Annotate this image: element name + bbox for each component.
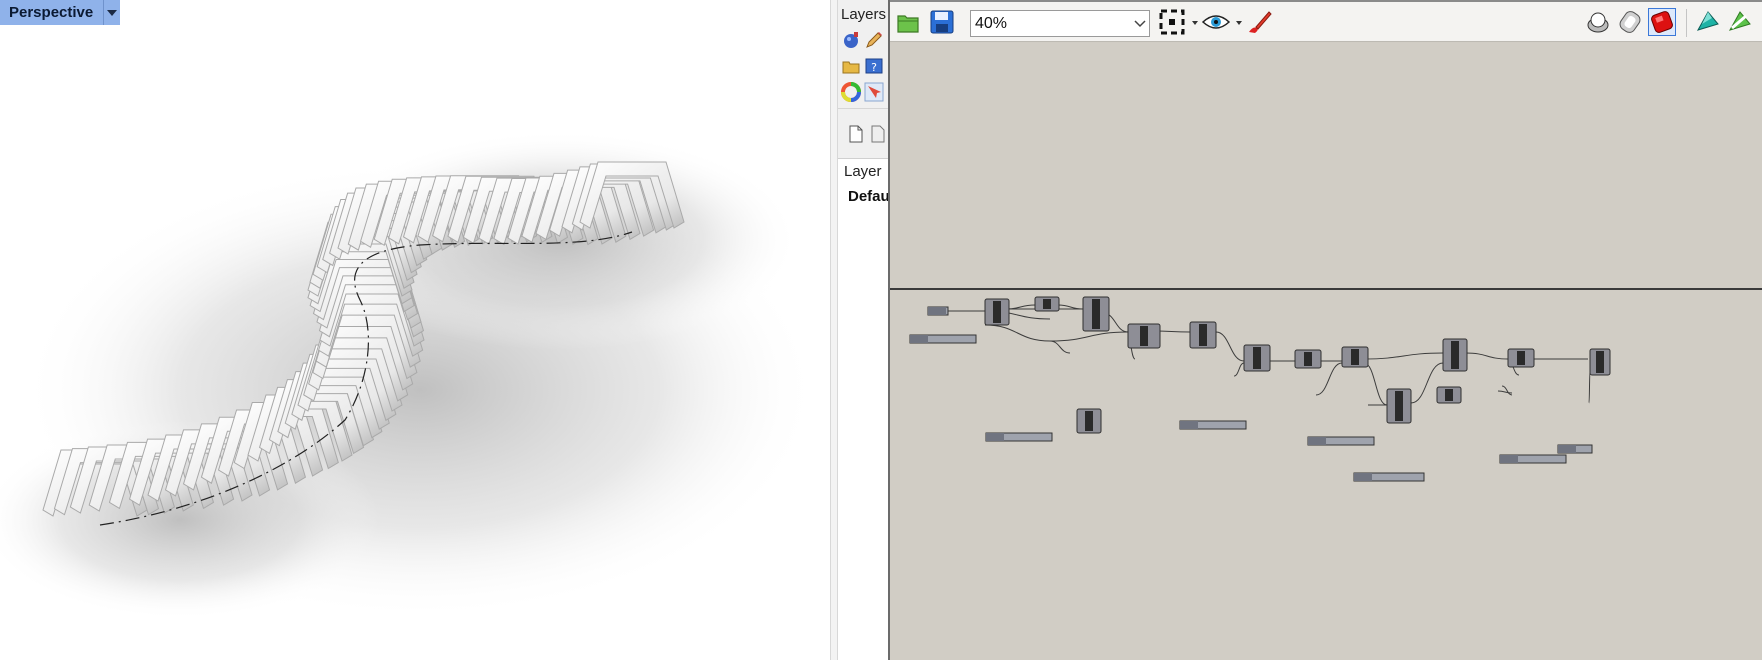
graph-wire[interactable] [1497,390,1513,394]
preview-shaded-icon[interactable] [1616,8,1644,36]
graph-wire[interactable] [1049,331,1129,342]
graph-component-body[interactable] [1253,347,1261,369]
graph-wire[interactable] [1057,304,1084,310]
graph-wire[interactable] [1465,352,1509,360]
layers-panel-title: Layers [841,6,887,23]
graph-slider-grip[interactable] [1308,437,1326,445]
graph-slider-grip[interactable] [1354,473,1372,481]
bake-icon[interactable] [1694,8,1722,36]
help-icon[interactable]: ? [864,56,884,76]
zoom-extents-icon[interactable] [1158,8,1186,36]
color-wheel-icon[interactable] [841,82,861,102]
graph-component-body[interactable] [1451,341,1459,369]
graph-component-body[interactable] [1445,389,1453,401]
preview-eye-icon[interactable] [1202,8,1230,36]
graph-component-body[interactable] [1140,326,1148,346]
rendered-scene [0,130,820,620]
select-filter-icon[interactable] [864,82,884,102]
viewport-tab[interactable]: Perspective [0,0,121,25]
graph-component-body[interactable] [1304,352,1312,366]
graph-wire[interactable] [1363,352,1444,360]
save-file-icon[interactable] [928,8,956,36]
graph-slider-grip[interactable] [928,307,946,315]
graph-wire[interactable] [1049,340,1071,354]
graph-slider-grip[interactable] [986,433,1004,441]
layers-list[interactable] [838,158,888,660]
grasshopper-window: 40% [888,0,1762,660]
graph-slider-grip[interactable] [1180,421,1198,429]
graph-component-body[interactable] [1395,391,1403,421]
graph-slider-grip[interactable] [910,335,928,343]
layers-toolbar-divider [838,108,888,109]
graph-component-body[interactable] [1596,351,1604,373]
zoom-level-value: 40% [975,14,1008,32]
layer-column-header[interactable]: Layer [844,163,882,180]
viewport-menu-arrow-icon[interactable] [104,0,121,25]
toolbar-divider [1686,9,1687,37]
graph-component-body[interactable] [993,301,1001,323]
chevron-down-icon[interactable] [1131,19,1149,28]
graph-component-body[interactable] [1517,351,1525,365]
layer-row-default[interactable]: Defau [848,188,888,205]
graph-slider-grip[interactable] [1500,455,1518,463]
preview-selected-icon[interactable] [1648,8,1676,36]
graph-component-body[interactable] [1085,411,1093,431]
pencil-icon[interactable] [864,30,884,50]
graph-component-body[interactable] [1092,299,1100,329]
graph-wire[interactable] [984,324,1051,342]
new-layer-icon[interactable] [846,124,866,144]
new-sublayer-icon[interactable] [868,124,888,144]
folder-icon[interactable] [841,56,861,76]
preview-wire-icon[interactable] [1584,8,1612,36]
paint-bucket-icon[interactable] [841,30,861,50]
open-file-icon[interactable] [894,8,922,36]
graph-component-body[interactable] [1043,299,1051,309]
graph-component-body[interactable] [1351,349,1359,365]
definition-graph[interactable] [890,43,1762,660]
preview-options-arrow-icon[interactable] [1236,21,1242,25]
graph-wire[interactable] [1588,370,1591,404]
graph-component-body[interactable] [1199,324,1207,346]
grasshopper-canvas[interactable] [890,43,1762,660]
zoom-level-dropdown[interactable]: 40% [970,10,1150,37]
bake-selected-icon[interactable] [1726,8,1754,36]
zoom-options-arrow-icon[interactable] [1192,21,1198,25]
graph-wire[interactable] [1005,304,1036,310]
panel-splitter[interactable] [830,0,838,660]
graph-wire[interactable] [1363,362,1388,406]
rhino-perspective-viewport[interactable]: Perspective [0,0,830,660]
viewport-title[interactable]: Perspective [0,0,105,25]
layers-panel: Layers ? Layer Defau [838,0,888,660]
grasshopper-toolbar: 40% [890,0,1762,42]
sketch-brush-icon[interactable] [1245,8,1273,36]
graph-slider-grip[interactable] [1558,445,1576,453]
graph-wire[interactable] [1215,331,1245,362]
desktop: Perspective Layers ? Layer Defau 40% [0,0,1762,660]
graph-wire[interactable] [1233,362,1245,377]
graph-wire[interactable] [1501,385,1513,396]
svg-text:?: ? [871,61,877,74]
